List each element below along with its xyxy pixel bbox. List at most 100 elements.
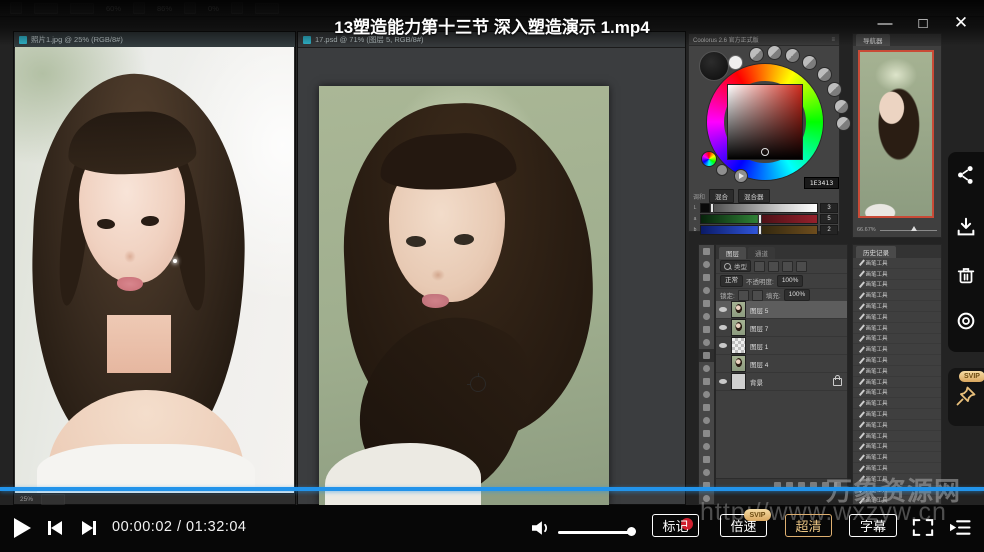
brush-icon <box>859 378 865 384</box>
navigator-zoom-row: 66.67% <box>853 223 941 237</box>
history-row: 画笔工具 <box>853 420 941 431</box>
history-row: 画笔工具 <box>853 366 941 377</box>
mix-label: 调和 <box>693 192 705 201</box>
ps-tools-strip <box>698 244 715 505</box>
maximize-button[interactable]: □ <box>904 10 942 36</box>
brush-icon <box>859 411 865 417</box>
brush-icon <box>859 271 865 277</box>
play-option-icon <box>734 169 748 183</box>
brush-icon <box>859 335 865 341</box>
brush-icon <box>859 292 865 298</box>
color-slider: a 5 <box>692 214 838 223</box>
tab-mix: 混合 <box>709 189 734 203</box>
share-icon[interactable] <box>955 164 977 186</box>
brush-icon <box>859 389 865 395</box>
brush-icon <box>859 357 865 363</box>
history-row: 画笔工具 <box>853 409 941 420</box>
brush-icon <box>859 432 865 438</box>
eye-icon <box>719 325 727 330</box>
history-row: 画笔工具 <box>853 280 941 291</box>
playlist-icon[interactable] <box>948 518 972 537</box>
history-row: 画笔工具 <box>853 398 941 409</box>
pin-tile[interactable]: SVIP <box>948 368 984 426</box>
brush-icon <box>859 260 865 266</box>
layer-row: 图层 4 <box>716 355 847 373</box>
layer-name: 背景 <box>750 377 763 387</box>
history-row: 画笔工具 <box>853 344 941 355</box>
navigator-zoom-value: 66.67% <box>857 227 876 233</box>
brush-icon <box>859 346 865 352</box>
coolorus-tabs: 调和 混合 混合器 <box>693 189 770 203</box>
play-button[interactable] <box>14 518 31 538</box>
minimize-button[interactable]: — <box>866 10 904 36</box>
color-wheel <box>689 45 839 177</box>
video-surface[interactable]: 60% 86% 0% 照片1.jpg @ 25% (RGB/8#) <box>0 0 984 505</box>
brush-icon <box>859 400 865 406</box>
quality-button[interactable]: 超清 <box>785 514 832 537</box>
color-cursor-icon <box>761 148 769 156</box>
close-button[interactable]: ✕ <box>942 10 980 36</box>
history-row: 画笔工具 <box>853 377 941 388</box>
volume-icon[interactable] <box>530 519 552 537</box>
history-list: 画笔工具 画笔工具 画笔工具 画笔工具 画笔工具 画笔工具 <box>853 258 941 505</box>
progress-bar[interactable] <box>0 487 984 491</box>
layer-search: 类型 <box>720 260 751 272</box>
color-swatch <box>827 82 842 97</box>
volume-slider[interactable] <box>558 531 632 534</box>
ps-document-reference: 照片1.jpg @ 25% (RGB/8#) 25% <box>13 31 296 505</box>
painting-canvas <box>319 86 609 506</box>
hex-value: 1E3413 <box>804 177 839 189</box>
reference-photo <box>15 47 294 493</box>
layer-name: 图层 7 <box>750 323 768 333</box>
color-slider: b 2 <box>692 225 838 234</box>
svip-badge: SVIP <box>959 371 984 382</box>
color-swatch <box>802 55 817 70</box>
history-row: 画笔工具 <box>853 312 941 323</box>
blend-mode-row: 正常 不透明度: 100% <box>716 274 847 289</box>
history-row: 画笔工具 <box>853 323 941 334</box>
color-slider: L 3 <box>692 203 838 212</box>
history-row: 画笔工具 <box>853 258 941 269</box>
coolorus-panel: Coolorus 2.6 官方正式版 ≡ <box>688 33 840 232</box>
layer-row: 图层 1 <box>716 337 847 355</box>
history-row: 画笔工具 <box>853 431 941 442</box>
trash-icon[interactable] <box>955 264 977 286</box>
history-row: 画笔工具 <box>853 290 941 301</box>
lock-icon <box>833 378 842 386</box>
rainbow-ball-icon <box>701 151 717 167</box>
history-row: 画笔工具 <box>853 355 941 366</box>
brush-icon <box>859 314 865 320</box>
record-icon[interactable] <box>955 310 977 332</box>
layer-row: 图层 7 <box>716 319 847 337</box>
volume-knob[interactable] <box>627 527 636 536</box>
brush-cursor-icon <box>470 376 486 392</box>
history-row: 画笔工具 <box>853 452 941 463</box>
color-swatch <box>785 48 800 63</box>
ps-doc-zoom: 25% <box>20 496 33 503</box>
previous-button[interactable] <box>48 521 62 535</box>
fullscreen-icon[interactable] <box>912 518 934 537</box>
lab-sliders: L 3 a 5 b 2 <box>692 203 838 236</box>
mark-button[interactable]: 标记 <box>652 514 699 537</box>
layer-name: 图层 5 <box>750 305 768 315</box>
layer-row: 图层 5 <box>716 301 847 319</box>
history-row: 画笔工具 <box>853 269 941 280</box>
slider-marker-icon <box>911 226 917 231</box>
eye-icon <box>719 379 727 384</box>
download-icon[interactable] <box>955 216 977 238</box>
next-button[interactable] <box>82 521 96 535</box>
tab-layers: 图层 <box>719 247 746 259</box>
option-dot-icon <box>716 164 728 176</box>
fill-value: 100% <box>784 289 811 301</box>
brush-icon <box>859 443 865 449</box>
color-swatch <box>836 116 851 131</box>
eye-icon <box>719 307 727 312</box>
subtitle-button[interactable]: 字幕 <box>849 514 897 537</box>
brush-icon <box>859 454 865 460</box>
eye-icon <box>719 343 727 348</box>
video-title: 13塑造能力第十三节 深入塑造演示 1.mp4 <box>0 13 984 38</box>
ps-navigator-panel: 导航器 66.67% <box>852 33 942 238</box>
history-row: 画笔工具 <box>853 301 941 312</box>
ps-layers-panel: 图层 通道 类型 正常 不透明度: 100% 锁定: 填充: 100% <box>715 244 848 492</box>
color-swatch <box>834 99 849 114</box>
